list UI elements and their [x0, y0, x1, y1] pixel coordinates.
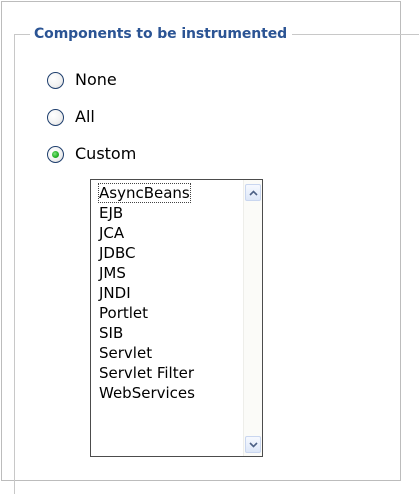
list-item-jdbc[interactable]: JDBC: [91, 243, 241, 263]
radio-option-custom[interactable]: Custom: [47, 141, 136, 167]
list-item-ejb[interactable]: EJB: [91, 203, 241, 223]
radio-button-none[interactable]: [47, 71, 64, 89]
components-listbox[interactable]: AsyncBeans EJB JCA JDBC JMS JNDI Portlet…: [90, 179, 263, 457]
radio-button-all[interactable]: [47, 108, 64, 126]
list-item-asyncbeans[interactable]: AsyncBeans: [91, 183, 241, 203]
scroll-up-button[interactable]: [245, 184, 261, 201]
listbox-items: AsyncBeans EJB JCA JDBC JMS JNDI Portlet…: [91, 183, 241, 403]
radio-option-all[interactable]: All: [47, 104, 95, 130]
list-item-portlet[interactable]: Portlet: [91, 303, 241, 323]
list-item-servlet-filter[interactable]: Servlet Filter: [91, 363, 241, 383]
list-item-jms[interactable]: JMS: [91, 263, 241, 283]
chevron-up-icon: [248, 189, 258, 196]
list-item-jca[interactable]: JCA: [91, 223, 241, 243]
radio-label-custom[interactable]: Custom: [75, 144, 136, 164]
fieldset-legend: Components to be instrumented: [30, 24, 293, 44]
radio-label-none[interactable]: None: [75, 70, 117, 90]
radio-option-none[interactable]: None: [47, 67, 117, 93]
listbox-scrollbar[interactable]: [243, 180, 262, 456]
list-item-sib[interactable]: SIB: [91, 323, 241, 343]
radio-button-custom[interactable]: [47, 145, 64, 163]
chevron-down-icon: [248, 441, 258, 448]
scroll-down-button[interactable]: [245, 436, 261, 453]
radio-label-all[interactable]: All: [75, 107, 95, 127]
list-item-webservices[interactable]: WebServices: [91, 383, 241, 403]
list-item-servlet[interactable]: Servlet: [91, 343, 241, 363]
list-item-jndi[interactable]: JNDI: [91, 283, 241, 303]
